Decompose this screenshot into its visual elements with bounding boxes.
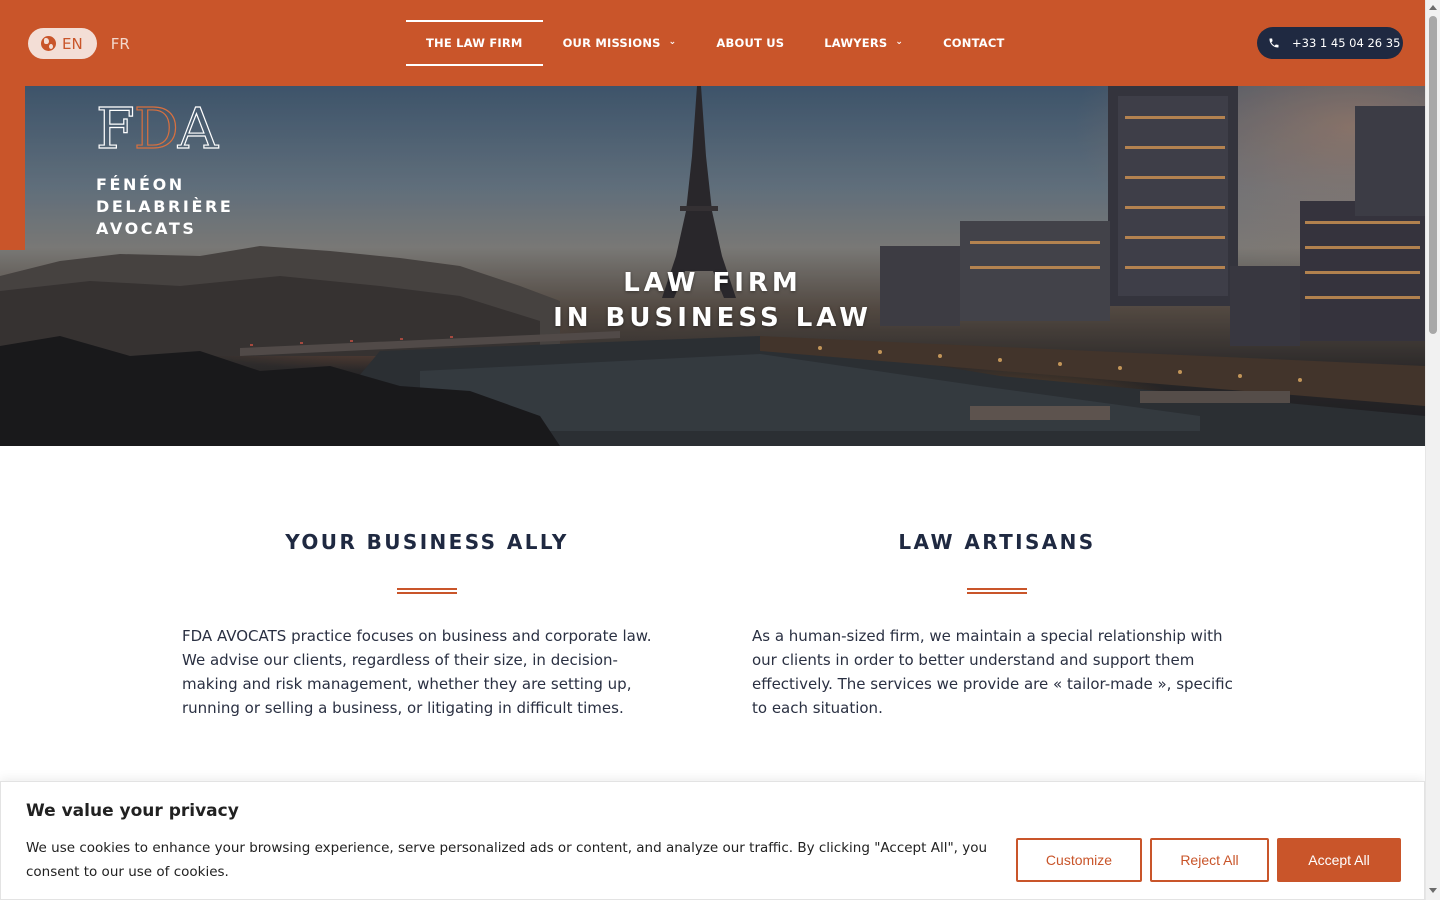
section-title: LAW ARTISANS: [898, 530, 1096, 554]
logo-wordmark: FÉNÉON DELABRIÈRE AVOCATS: [96, 174, 233, 240]
logo-letter-f: F: [95, 97, 135, 162]
chevron-down-icon: ⌄: [668, 37, 677, 47]
nav-item-the-law-firm[interactable]: THE LAW FIRM: [406, 20, 543, 66]
chevron-down-icon: ⌄: [895, 37, 904, 47]
nav-item-label: THE LAW FIRM: [426, 36, 523, 50]
page: EN FR THE LAW FIRM OUR MISSIONS ⌄ ABOUT …: [0, 0, 1440, 900]
fda-logo[interactable]: F D A FÉNÉON DELABRIÈRE AVOCATS: [95, 97, 233, 240]
phone-button[interactable]: +33 1 45 04 26 35: [1257, 27, 1403, 59]
logo-letter-a: A: [177, 97, 219, 162]
logo-letter-d: D: [133, 97, 179, 162]
nav-item-contact[interactable]: CONTACT: [923, 20, 1024, 66]
language-fr-link[interactable]: FR: [111, 35, 130, 53]
logo-monogram: F D A: [95, 97, 233, 162]
cookie-consent-banner: We value your privacy We use cookies to …: [0, 781, 1425, 900]
language-switcher: EN FR: [28, 28, 130, 59]
phone-number: +33 1 45 04 26 35: [1292, 36, 1401, 50]
nav-item-our-missions[interactable]: OUR MISSIONS ⌄: [543, 20, 697, 66]
globe-icon: [41, 36, 56, 51]
nav-item-label: ABOUT US: [716, 36, 785, 50]
nav-item-label: OUR MISSIONS: [562, 36, 661, 50]
section-business-ally: YOUR BUSINESS ALLY FDA AVOCATS practice …: [182, 530, 672, 720]
section-title: YOUR BUSINESS ALLY: [285, 530, 569, 554]
section-divider: [397, 588, 457, 594]
hero-banner: F D A FÉNÉON DELABRIÈRE AVOCATS LAW FIRM…: [0, 86, 1425, 446]
section-text: As a human-sized firm, we maintain a spe…: [752, 627, 1233, 717]
nav-item-lawyers[interactable]: LAWYERS ⌄: [804, 20, 923, 66]
nav-item-about-us[interactable]: ABOUT US: [696, 20, 804, 66]
nav-item-label: CONTACT: [943, 36, 1005, 50]
hero-accent-strip: [0, 86, 25, 250]
hero-title-line-2: IN BUSINESS LAW: [553, 303, 872, 333]
language-en-label: EN: [62, 34, 83, 53]
section-divider: [967, 588, 1027, 594]
accept-all-button[interactable]: Accept All: [1277, 838, 1401, 882]
scroll-down-arrow-icon[interactable]: [1429, 888, 1437, 893]
section-law-artisans: LAW ARTISANS As a human-sized firm, we m…: [752, 530, 1242, 720]
cookie-text: We use cookies to enhance your browsing …: [26, 840, 988, 880]
section-text: FDA AVOCATS practice focuses on business…: [182, 627, 652, 717]
logo-line-avocats: AVOCATS: [96, 219, 197, 238]
main-nav: THE LAW FIRM OUR MISSIONS ⌄ ABOUT US LAW…: [406, 20, 1025, 66]
phone-icon: [1269, 38, 1279, 48]
nav-item-label: LAWYERS: [824, 36, 888, 50]
scroll-up-arrow-icon[interactable]: [1429, 5, 1437, 10]
logo-line-delabriere: DELABRIÈRE: [96, 197, 234, 216]
language-en-button[interactable]: EN: [28, 28, 97, 59]
hero-title: LAW FIRM IN BUSINESS LAW: [0, 266, 1425, 336]
customize-button[interactable]: Customize: [1016, 838, 1142, 882]
logo-line-feneon: FÉNÉON: [96, 175, 185, 194]
cookie-title: We value your privacy: [26, 801, 239, 821]
site-header: EN FR THE LAW FIRM OUR MISSIONS ⌄ ABOUT …: [0, 0, 1425, 86]
hero-title-line-1: LAW FIRM: [623, 268, 802, 298]
page-scrollbar[interactable]: [1425, 0, 1440, 900]
reject-all-button[interactable]: Reject All: [1150, 838, 1269, 882]
scrollbar-thumb[interactable]: [1429, 16, 1437, 334]
